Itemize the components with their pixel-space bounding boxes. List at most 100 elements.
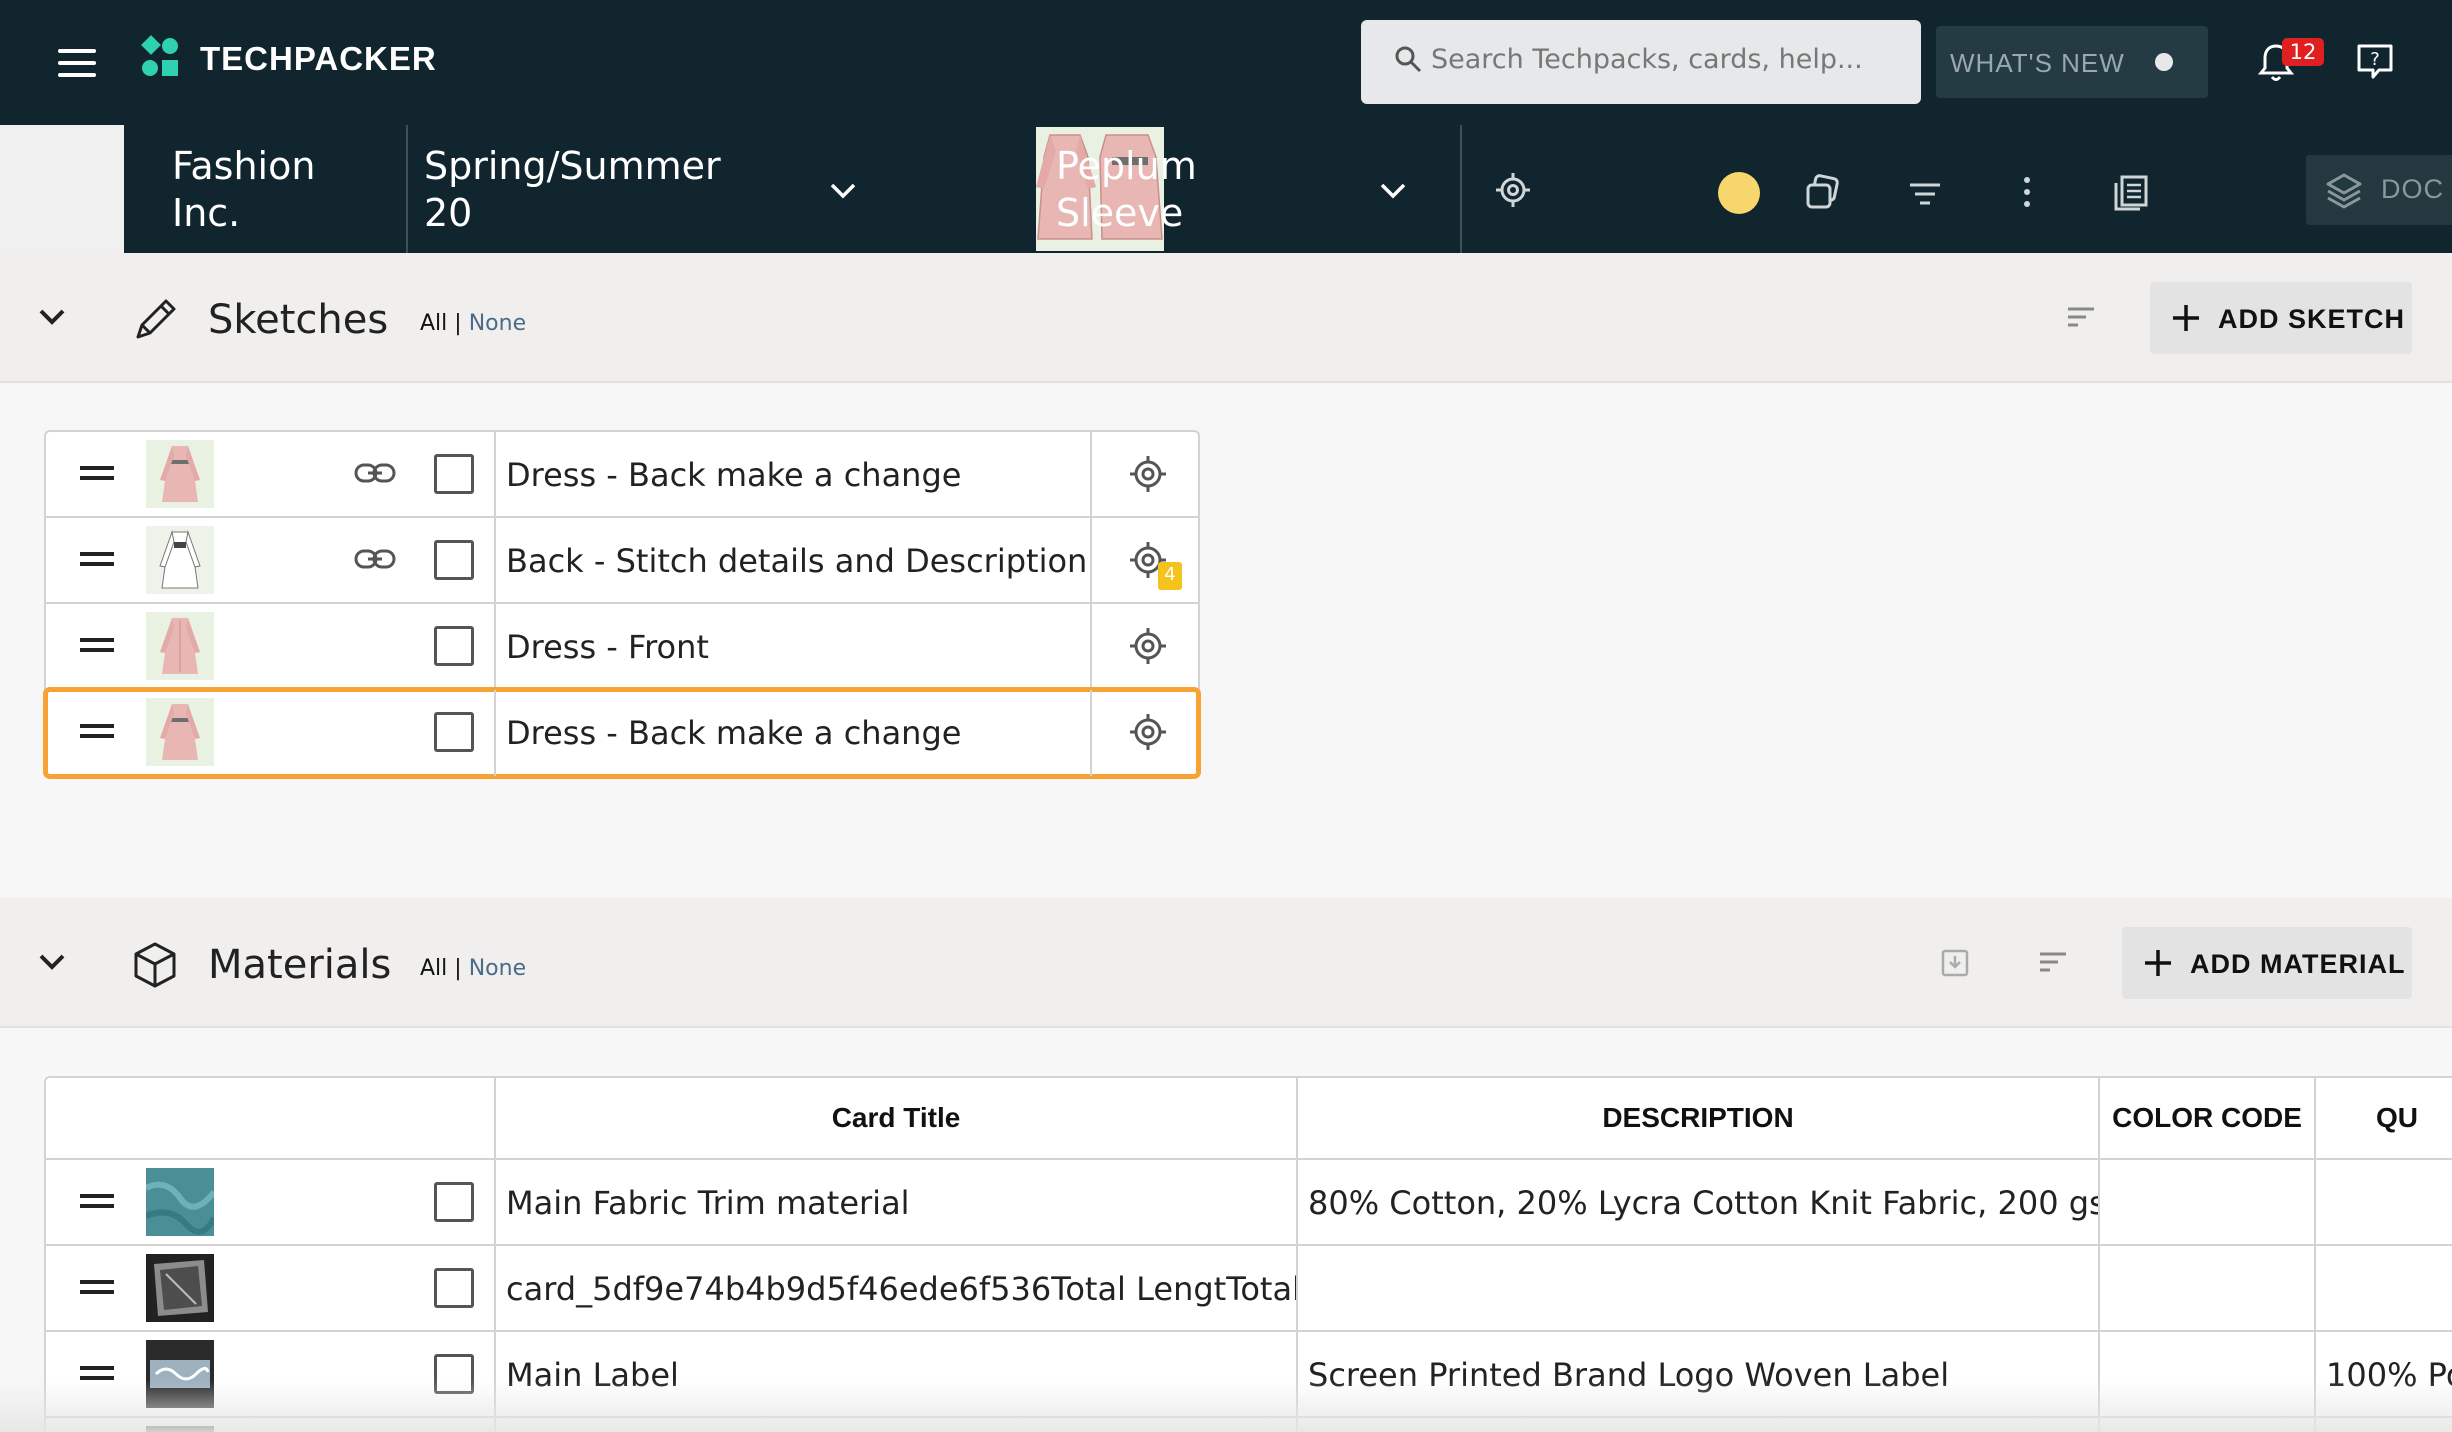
description-cell[interactable] xyxy=(1296,1418,2098,1432)
doc-view-button[interactable]: DOC VIEW xyxy=(2306,155,2452,225)
card-title-cell[interactable]: Main Fabric Trim material xyxy=(494,1160,1296,1246)
select-none-link[interactable]: None xyxy=(469,311,526,336)
description-cell[interactable]: 80% Cotton, 20% Lycra Cotton Knit Fabric… xyxy=(1296,1160,2098,1246)
color-code-cell[interactable] xyxy=(2098,1332,2314,1418)
breadcrumb-collection[interactable]: Spring/Summer 20 xyxy=(424,143,764,237)
download-icon[interactable] xyxy=(1940,948,1970,978)
help-chat-icon[interactable]: ? xyxy=(2355,42,2395,82)
description-cell[interactable] xyxy=(1296,1246,2098,1332)
add-material-button[interactable]: ADD MATERIAL xyxy=(2122,927,2412,999)
drag-handle-icon[interactable] xyxy=(80,466,114,482)
gear-icon[interactable] xyxy=(1128,454,1168,494)
sketch-title: Back - Stitch details and Description xyxy=(506,542,1088,580)
card-title-cell[interactable] xyxy=(494,1418,1296,1432)
sketch-checkbox[interactable] xyxy=(434,626,474,666)
duplicate-icon[interactable] xyxy=(1804,173,1842,211)
pages-icon[interactable] xyxy=(2112,173,2150,211)
color-code-cell[interactable] xyxy=(2098,1246,2314,1332)
gear-icon[interactable] xyxy=(1128,626,1168,666)
dress-sketch-image-icon xyxy=(146,526,214,594)
sort-icon[interactable] xyxy=(2038,950,2068,974)
settings-gear-icon[interactable] xyxy=(1494,171,1532,209)
quantity-cell[interactable] xyxy=(2314,1418,2452,1432)
material-checkbox[interactable] xyxy=(434,1268,474,1308)
select-all-link[interactable]: All xyxy=(420,956,447,981)
description-cell[interactable]: Screen Printed Brand Logo Woven Label xyxy=(1296,1332,2098,1418)
gear-icon[interactable] xyxy=(1128,712,1168,752)
status-indicator[interactable] xyxy=(1718,172,1760,214)
sketch-row[interactable]: Back - Stitch details and Description 4 xyxy=(46,518,1198,604)
sketch-thumbnail[interactable] xyxy=(146,612,214,680)
quantity-cell[interactable] xyxy=(2314,1160,2452,1246)
quantity-text: 100% Po xyxy=(2326,1356,2452,1394)
global-search[interactable]: Search Techpacks, cards, help... xyxy=(1361,20,1921,104)
sketch-thumbnail[interactable] xyxy=(146,698,214,766)
column-header-quantity[interactable]: QU xyxy=(2314,1078,2452,1160)
table-row[interactable]: card_5df9e74b4b9d5f46ede6f536Total Lengt… xyxy=(46,1246,2452,1332)
material-checkbox[interactable] xyxy=(434,1182,474,1222)
brand-name[interactable]: TECHPACKER xyxy=(200,40,437,78)
table-row[interactable]: Main Fabric Trim material 80% Cotton, 20… xyxy=(46,1160,2452,1246)
drag-handle-icon[interactable] xyxy=(80,638,114,654)
material-thumbnail[interactable] xyxy=(146,1254,214,1322)
whats-new-button[interactable]: WHAT'S NEW xyxy=(1936,26,2208,98)
link-icon[interactable] xyxy=(354,460,396,486)
sort-icon[interactable] xyxy=(2066,305,2096,329)
sketch-title-cell[interactable]: Dress - Back make a change xyxy=(494,432,1092,518)
dress-image-icon xyxy=(146,612,214,680)
pencil-icon xyxy=(136,299,176,339)
drag-handle-icon[interactable] xyxy=(80,552,114,568)
menu-icon[interactable] xyxy=(58,49,100,77)
material-thumbnail[interactable] xyxy=(146,1168,214,1236)
sketch-thumbnail[interactable] xyxy=(146,526,214,594)
column-header-color-code[interactable]: COLOR CODE xyxy=(2098,1078,2314,1160)
drag-handle-icon[interactable] xyxy=(80,1194,114,1210)
filter-icon[interactable] xyxy=(1906,175,1944,213)
add-sketch-button[interactable]: ADD SKETCH xyxy=(2150,282,2412,354)
drag-handle-icon[interactable] xyxy=(80,724,114,740)
table-row[interactable]: Main Label Screen Printed Brand Logo Wov… xyxy=(46,1332,2452,1418)
layers-icon xyxy=(2326,173,2362,209)
drag-handle-icon[interactable] xyxy=(80,1280,114,1296)
card-title-cell[interactable]: Main Label xyxy=(494,1332,1296,1418)
sketches-table: Dress - Back make a change Back - Stitch… xyxy=(43,430,1201,779)
sketch-checkbox[interactable] xyxy=(434,540,474,580)
sketch-row[interactable]: Dress - Front xyxy=(46,604,1198,690)
breadcrumb-company[interactable]: Fashion Inc. xyxy=(172,143,392,237)
drag-handle-icon[interactable] xyxy=(80,1366,114,1382)
breadcrumb-style[interactable]: Peplum Sleeve xyxy=(1056,143,1296,237)
sketch-title-cell[interactable]: Back - Stitch details and Description xyxy=(494,518,1092,604)
sketch-title-cell[interactable]: Dress - Front xyxy=(494,604,1092,690)
techpacker-logo-icon xyxy=(140,35,182,80)
sketch-row[interactable]: Dress - Back make a change xyxy=(46,432,1198,518)
card-title-cell[interactable]: card_5df9e74b4b9d5f46ede6f536Total Lengt… xyxy=(494,1246,1296,1332)
link-icon[interactable] xyxy=(354,546,396,572)
table-row[interactable] xyxy=(46,1418,2452,1432)
select-none-link[interactable]: None xyxy=(469,956,526,981)
sketch-row-selected[interactable]: Dress - Back make a change xyxy=(43,687,1201,779)
more-options-icon[interactable] xyxy=(2008,173,2046,211)
material-checkbox[interactable] xyxy=(434,1354,474,1394)
sketch-title-cell[interactable]: Dress - Back make a change xyxy=(494,690,1092,776)
comment-count-badge[interactable]: 4 xyxy=(1158,562,1182,590)
description-text: 80% Cotton, 20% Lycra Cotton Knit Fabric… xyxy=(1308,1184,2098,1222)
color-code-cell[interactable] xyxy=(2098,1418,2314,1432)
sketch-checkbox[interactable] xyxy=(434,454,474,494)
color-code-cell[interactable] xyxy=(2098,1160,2314,1246)
collapse-chevron-down-icon[interactable] xyxy=(38,307,66,327)
material-thumbnail[interactable] xyxy=(146,1426,214,1432)
select-all-link[interactable]: All xyxy=(420,311,447,336)
collapse-chevron-down-icon[interactable] xyxy=(38,952,66,972)
column-header-card-title[interactable]: Card Title xyxy=(494,1078,1296,1160)
notification-count-badge: 12 xyxy=(2282,38,2324,66)
search-input[interactable]: Search Techpacks, cards, help... xyxy=(1431,44,1863,75)
sketch-thumbnail[interactable] xyxy=(146,440,214,508)
sketch-title: Dress - Back make a change xyxy=(506,714,962,752)
quantity-cell[interactable] xyxy=(2314,1246,2452,1332)
column-header-description[interactable]: DESCRIPTION xyxy=(1296,1078,2098,1160)
sketch-checkbox[interactable] xyxy=(434,712,474,752)
quantity-cell[interactable]: 100% Po xyxy=(2314,1332,2452,1418)
collection-chevron-down-icon[interactable] xyxy=(828,181,858,201)
material-thumbnail[interactable] xyxy=(146,1340,214,1408)
style-chevron-down-icon[interactable] xyxy=(1378,181,1408,201)
